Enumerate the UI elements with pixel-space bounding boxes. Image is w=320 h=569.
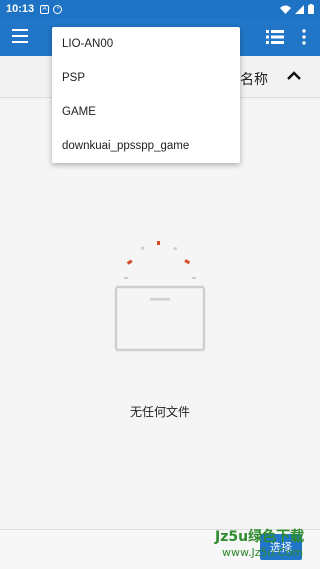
signal-icon — [295, 4, 304, 14]
notification-circle-icon: ◔ — [53, 4, 63, 14]
watermark-text: Jz5u绿色下载 — [215, 529, 305, 545]
menu-item-psp[interactable]: PSP — [52, 61, 240, 95]
watermark-url: www.Jz5u.Com — [222, 546, 304, 559]
battery-icon — [308, 4, 314, 14]
empty-message: 无任何文件 — [129, 405, 190, 419]
chevron-up-icon[interactable] — [286, 68, 302, 84]
more-vert-icon[interactable] — [296, 28, 312, 46]
status-bar: 10:13 A ◔ — [0, 0, 320, 18]
menu-item-lio-an00[interactable]: LIO-AN00 — [52, 27, 240, 61]
status-time: 10:13 — [6, 3, 35, 15]
list-view-icon[interactable] — [266, 29, 284, 45]
menu-item-game[interactable]: GAME — [52, 95, 240, 129]
empty-folder-illustration — [114, 241, 206, 352]
file-list-area: 无任何文件 — [0, 99, 320, 529]
hamburger-menu-icon[interactable] — [12, 29, 28, 43]
sort-label[interactable]: 名称 — [240, 69, 268, 89]
menu-item-downkuai-ppsspp-game[interactable]: downkuai_ppsspp_game — [52, 129, 240, 163]
notification-a-icon: A — [40, 4, 50, 14]
path-dropdown-menu: LIO-AN00 PSP GAME downkuai_ppsspp_game — [52, 27, 240, 163]
wifi-icon — [280, 5, 291, 14]
